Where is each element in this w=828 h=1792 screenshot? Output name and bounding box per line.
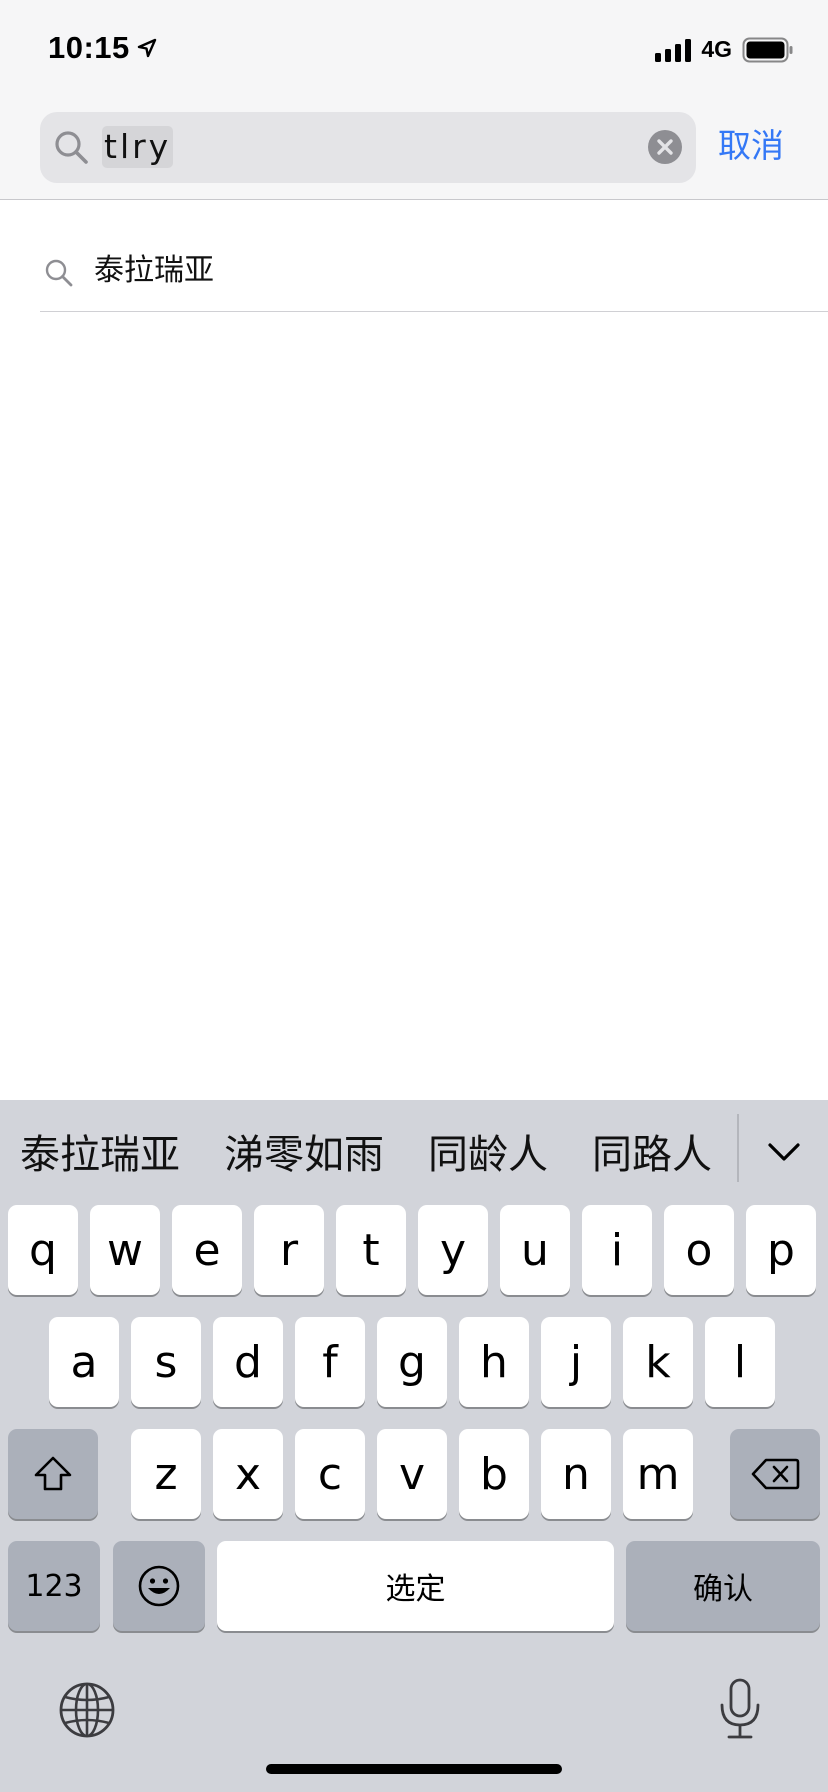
delete-key[interactable] bbox=[730, 1429, 820, 1519]
home-indicator[interactable] bbox=[266, 1764, 562, 1774]
key-c[interactable]: c bbox=[295, 1429, 365, 1519]
keyboard: 泰拉瑞亚 涕零如雨 同龄人 同路人 q w e r t y u i o p a … bbox=[0, 1100, 828, 1792]
network-type: 4G bbox=[701, 36, 732, 62]
search-input[interactable]: tlry bbox=[102, 126, 174, 168]
key-b[interactable]: b bbox=[459, 1429, 529, 1519]
clear-search-button[interactable] bbox=[648, 130, 682, 164]
candidate-item[interactable]: 涕零如雨 bbox=[224, 1128, 384, 1182]
key-g[interactable]: g bbox=[377, 1317, 447, 1407]
key-o[interactable]: o bbox=[664, 1205, 734, 1295]
key-n[interactable]: n bbox=[541, 1429, 611, 1519]
candidate-bar: 泰拉瑞亚 涕零如雨 同龄人 同路人 bbox=[0, 1100, 828, 1200]
key-t[interactable]: t bbox=[336, 1205, 406, 1295]
key-h[interactable]: h bbox=[459, 1317, 529, 1407]
key-v[interactable]: v bbox=[377, 1429, 447, 1519]
expand-candidates-button[interactable] bbox=[762, 1130, 806, 1174]
key-z[interactable]: z bbox=[131, 1429, 201, 1519]
emoji-icon bbox=[138, 1565, 180, 1607]
battery-icon bbox=[742, 37, 793, 62]
key-d[interactable]: d bbox=[213, 1317, 283, 1407]
key-s[interactable]: s bbox=[131, 1317, 201, 1407]
status-time: 10:15 bbox=[48, 30, 158, 66]
key-j[interactable]: j bbox=[541, 1317, 611, 1407]
candidate-item[interactable]: 泰拉瑞亚 bbox=[20, 1128, 180, 1182]
key-x[interactable]: x bbox=[213, 1429, 283, 1519]
key-f[interactable]: f bbox=[295, 1317, 365, 1407]
search-icon bbox=[45, 259, 73, 287]
search-icon bbox=[55, 131, 88, 164]
candidate-item[interactable]: 同路人 bbox=[592, 1128, 712, 1182]
key-p[interactable]: p bbox=[746, 1205, 816, 1295]
search-field[interactable]: tlry bbox=[40, 112, 696, 183]
close-icon bbox=[657, 139, 673, 155]
cellular-signal-icon bbox=[655, 38, 692, 62]
confirm-key[interactable]: 确认 bbox=[626, 1541, 820, 1631]
cancel-button[interactable]: 取消 bbox=[718, 122, 784, 170]
key-e[interactable]: e bbox=[172, 1205, 242, 1295]
space-key[interactable]: 选定 bbox=[217, 1541, 614, 1631]
shift-arrow-icon bbox=[34, 1456, 72, 1491]
key-i[interactable]: i bbox=[582, 1205, 652, 1295]
candidate-item[interactable]: 同龄人 bbox=[428, 1128, 548, 1182]
key-y[interactable]: y bbox=[418, 1205, 488, 1295]
globe-icon[interactable] bbox=[58, 1681, 116, 1739]
shift-key[interactable] bbox=[8, 1429, 98, 1519]
numbers-key[interactable]: 123 bbox=[8, 1541, 100, 1631]
key-r[interactable]: r bbox=[254, 1205, 324, 1295]
key-m[interactable]: m bbox=[623, 1429, 693, 1519]
search-suggestion-item[interactable]: 泰拉瑞亚 bbox=[40, 230, 828, 312]
backspace-icon bbox=[751, 1458, 800, 1490]
key-w[interactable]: w bbox=[90, 1205, 160, 1295]
status-indicators: 4G bbox=[655, 36, 794, 63]
location-arrow-icon bbox=[137, 38, 156, 58]
microphone-icon[interactable] bbox=[716, 1677, 764, 1741]
clock-label: 10:15 bbox=[48, 30, 130, 65]
emoji-key[interactable] bbox=[113, 1541, 205, 1631]
key-a[interactable]: a bbox=[49, 1317, 119, 1407]
chevron-down-icon bbox=[768, 1143, 800, 1161]
key-l[interactable]: l bbox=[705, 1317, 775, 1407]
candidate-divider bbox=[737, 1114, 739, 1182]
key-k[interactable]: k bbox=[623, 1317, 693, 1407]
key-u[interactable]: u bbox=[500, 1205, 570, 1295]
navigation-bar: 10:15 4G tlry 取消 bbox=[0, 0, 828, 200]
suggestion-label: 泰拉瑞亚 bbox=[94, 253, 214, 288]
key-q[interactable]: q bbox=[8, 1205, 78, 1295]
